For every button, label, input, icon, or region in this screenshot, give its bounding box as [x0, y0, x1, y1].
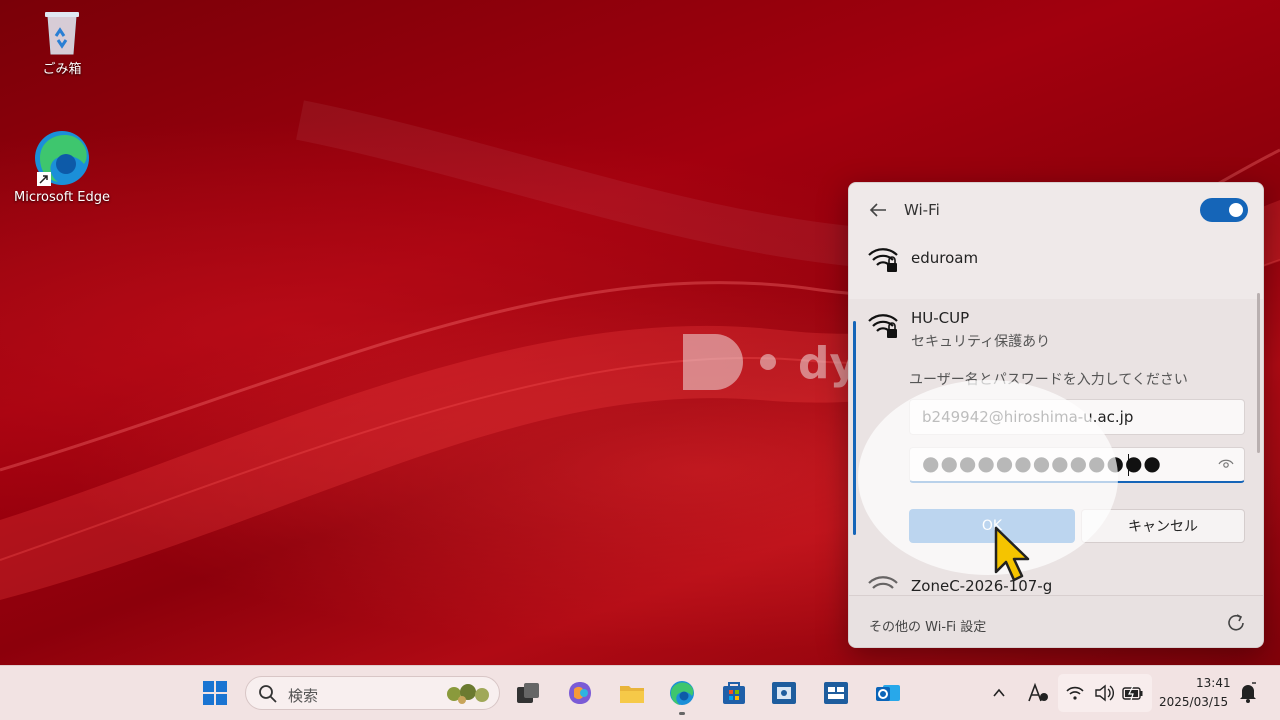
wifi-flyout: Wi-Fi eduroam HU-CUP セキュリティ保護あり ユーザー名とパス… [848, 182, 1264, 648]
wifi-toggle[interactable] [1200, 198, 1248, 222]
ok-button[interactable]: OK [909, 509, 1075, 543]
file-explorer-icon[interactable] [618, 679, 646, 707]
desktop-icon-recycle-bin[interactable]: ごみ箱 [14, 6, 110, 77]
back-arrow-icon[interactable] [867, 199, 889, 221]
network-item-eduroam[interactable]: eduroam [849, 239, 1263, 297]
edge-icon [35, 131, 89, 186]
desktop-icon-label: ごみ箱 [42, 62, 82, 77]
reveal-password-icon[interactable] [1218, 458, 1234, 470]
notification-bell-icon[interactable] [1238, 682, 1258, 704]
taskbar-search-box[interactable]: 検索 [245, 676, 500, 710]
network-name: HU-CUP [911, 309, 970, 327]
store-icon[interactable] [720, 679, 748, 707]
cancel-button[interactable]: キャンセル [1081, 509, 1245, 543]
more-wifi-settings-link[interactable]: その他の Wi-Fi 設定 [869, 616, 986, 635]
copilot-icon[interactable] [566, 679, 594, 707]
desktop-icon-microsoft-edge[interactable]: Microsoft Edge [14, 128, 110, 205]
credential-prompt: ユーザー名とパスワードを入力してください [909, 372, 1188, 388]
app-2-icon[interactable] [822, 679, 850, 707]
desktop-icon-label: Microsoft Edge [14, 190, 111, 205]
text-caret [1128, 454, 1129, 476]
username-input[interactable]: b249942@hiroshima-u.ac.jp [909, 399, 1245, 435]
network-list-scrollbar[interactable] [1257, 293, 1260, 453]
wifi-status-icon [1066, 686, 1084, 700]
system-tray-quick-settings[interactable] [1058, 674, 1152, 712]
app-1-icon[interactable] [770, 679, 798, 707]
network-name: eduroam [911, 249, 979, 267]
panel-title: Wi-Fi [904, 201, 940, 219]
recycle-bin-icon [45, 12, 79, 55]
volume-icon [1095, 684, 1114, 702]
wifi-panel-header: Wi-Fi [849, 183, 1263, 239]
wifi-secured-icon [868, 314, 898, 338]
edge-icon[interactable] [668, 679, 696, 707]
clock-time[interactable]: 13:41 [1196, 676, 1231, 690]
taskbar: 検索 13:41 2025/03/15 [0, 665, 1280, 720]
start-icon[interactable] [201, 679, 229, 707]
search-highlight-art-icon [447, 684, 489, 704]
username-value: b249942@hiroshima-u.ac.jp [922, 408, 1134, 426]
network-item-zonec[interactable]: ZoneC-2026-107-g [849, 567, 1263, 597]
clock-date[interactable]: 2025/03/15 [1159, 695, 1228, 709]
battery-charging-icon [1122, 685, 1143, 701]
wifi-secured-icon [868, 576, 898, 589]
dynabook-logo: dy [683, 334, 858, 394]
search-placeholder: 検索 [288, 687, 319, 705]
password-value: ●●●●●●●●●●●●● [922, 451, 1162, 475]
password-input[interactable]: ●●●●●●●●●●●●● [909, 447, 1245, 483]
wifi-secured-icon [868, 248, 898, 272]
wifi-panel-footer: その他の Wi-Fi 設定 [849, 595, 1263, 647]
network-name: ZoneC-2026-107-g [911, 577, 1053, 595]
selection-indicator [853, 321, 856, 535]
network-security-status: セキュリティ保護あり [911, 334, 1051, 350]
outlook-icon[interactable] [874, 679, 902, 707]
active-app-indicator [679, 712, 685, 715]
search-icon [259, 685, 277, 703]
task-view-icon[interactable] [514, 679, 542, 707]
toggle-knob [1229, 203, 1243, 217]
ime-language-icon[interactable] [1026, 681, 1050, 705]
show-hidden-icons-chevron-icon[interactable] [992, 686, 1006, 700]
refresh-icon[interactable] [1225, 612, 1247, 634]
network-item-hu-cup: HU-CUP セキュリティ保護あり ユーザー名とパスワードを入力してください b… [849, 299, 1263, 595]
